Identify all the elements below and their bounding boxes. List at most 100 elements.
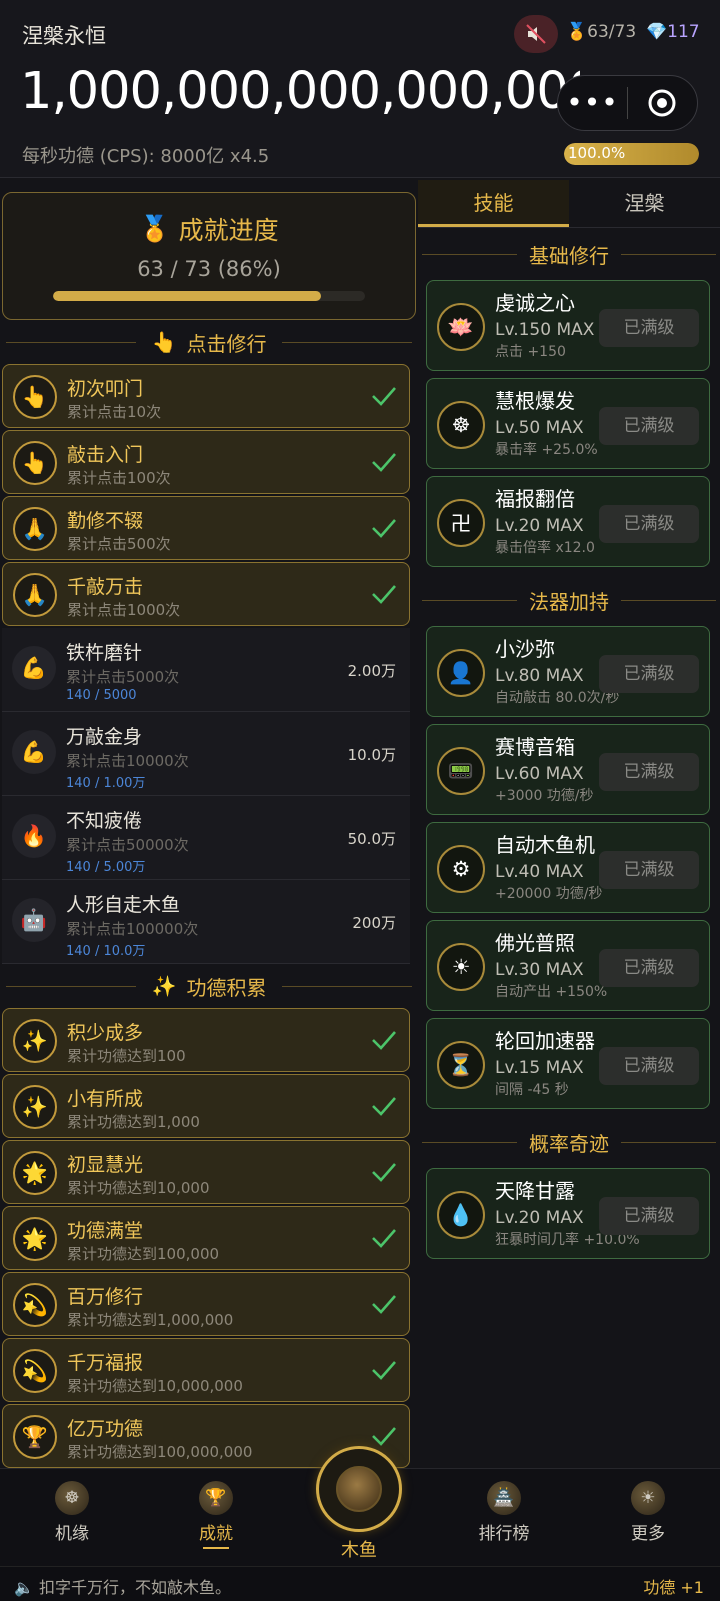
- max-level-button[interactable]: 已满级: [599, 949, 699, 987]
- achievement-icon: 🙏: [13, 573, 57, 617]
- fortune-icon: ☸: [55, 1481, 89, 1515]
- section-header-basic: 基础修行: [418, 228, 720, 280]
- max-level-button[interactable]: 已满级: [599, 1197, 699, 1235]
- achievement-icon: 🏆: [13, 1415, 57, 1459]
- achievement-reward: 10.0万: [347, 746, 396, 764]
- locked-achievement-item: 💪 万敲金身 累计点击10000次 140 / 1.00万 10.0万: [2, 712, 410, 796]
- nav-item-fortune[interactable]: ☸ 机缘: [22, 1481, 122, 1544]
- check-icon: [371, 1425, 397, 1451]
- nav-item-achievements[interactable]: 🏆 成就: [166, 1481, 266, 1549]
- skill-card: ☸ 慧根爆发 Lv.50 MAX 暴击率 +25.0% 已满级: [426, 378, 710, 469]
- tab-skills[interactable]: 技能: [418, 180, 569, 227]
- rebirth-progress-label: 100.0%: [568, 144, 626, 162]
- skill-card: ☀ 佛光普照 Lv.30 MAX 自动产出 +150% 已满级: [426, 920, 710, 1011]
- skill-icon: ⏳: [437, 1041, 485, 1089]
- achievement-desc: 累计功德达到1,000: [67, 1113, 200, 1131]
- check-icon: [371, 1359, 397, 1385]
- achievement-name: 亿万功德: [67, 1418, 144, 1440]
- click-achievement-list: 👆 初次叩门 累计点击10次 👆 敲击入门 累计点击100次 🙏 勤修不辍 累计…: [0, 364, 418, 626]
- close-target-icon[interactable]: [628, 88, 697, 118]
- max-level-button[interactable]: 已满级: [599, 1047, 699, 1085]
- more-dots-icon[interactable]: •••: [558, 89, 627, 117]
- achievement-item: 💫 百万修行 累计功德达到1,000,000: [2, 1272, 410, 1336]
- max-level-button[interactable]: 已满级: [599, 407, 699, 445]
- achievement-progress-card: 🏅 成就进度 63 / 73 (86%): [2, 192, 416, 320]
- achievement-desc: 累计点击5000次: [66, 668, 180, 686]
- achievement-progress: 140 / 5000: [66, 688, 137, 703]
- check-icon: [371, 451, 397, 477]
- luck-skill-list: 💧 天降甘露 Lv.20 MAX 狂暴时间几率 +10.0% 已满级: [418, 1168, 720, 1259]
- achievement-desc: 累计点击1000次: [67, 601, 181, 619]
- achievement-icon: 💪: [12, 730, 56, 774]
- skill-card: 🪷 虔诚之心 Lv.150 MAX 点击 +150 已满级: [426, 280, 710, 371]
- skill-icon: ⚙: [437, 845, 485, 893]
- achievement-name: 小有所成: [67, 1088, 144, 1110]
- achievement-desc: 累计功德达到100,000: [67, 1245, 220, 1263]
- merit-achievement-list: ✨ 积少成多 累计功德达到100 ✨ 小有所成 累计功德达到1,000 🌟 初显…: [0, 1008, 418, 1468]
- achievement-progress-bar: [53, 291, 365, 301]
- achievement-desc: 累计点击100000次: [66, 920, 199, 938]
- diamond-icon: 💎: [646, 22, 668, 42]
- achievement-desc: 累计功德达到1,000,000: [67, 1311, 234, 1329]
- rebirth-progress-bar: 100.0%: [564, 143, 699, 165]
- tab-nirvana[interactable]: 涅槃: [569, 180, 720, 227]
- speaker-icon: 🔈: [14, 1578, 34, 1597]
- skill-icon: 🪷: [437, 303, 485, 351]
- achievement-desc: 累计点击10次: [67, 403, 162, 421]
- app-title: 涅槃永恒: [22, 24, 106, 48]
- max-level-button[interactable]: 已满级: [599, 505, 699, 543]
- achievement-desc: 累计功德达到100: [67, 1047, 186, 1065]
- achievement-progress: 140 / 10.0万: [66, 944, 146, 959]
- achievement-icon: 🙏: [13, 507, 57, 551]
- mute-button[interactable]: [514, 15, 558, 53]
- max-level-button[interactable]: 已满级: [599, 851, 699, 889]
- speaker-muted-icon: [526, 24, 546, 44]
- achievement-name: 积少成多: [67, 1022, 144, 1044]
- nav-item-leaderboard[interactable]: 🏯 排行榜: [454, 1481, 554, 1544]
- achievement-name: 不知疲倦: [66, 810, 143, 832]
- section-header-click: 👆 点击修行: [0, 320, 418, 364]
- check-icon: [371, 1293, 397, 1319]
- achievement-desc: 累计功德达到10,000,000: [67, 1377, 243, 1395]
- merit-gain: 功德 +1: [643, 1578, 704, 1597]
- check-icon: [371, 1029, 397, 1055]
- check-icon: [371, 517, 397, 543]
- achievements-panel: 🏅 成就进度 63 / 73 (86%) 👆 点击修行 👆 初次叩门 累计点击10次…: [0, 180, 418, 1468]
- achievement-item: 🙏 勤修不辍 累计点击500次: [2, 496, 410, 560]
- footer-ticker: 🔈 扣字千万行，不如敲木鱼。 功德 +1: [0, 1566, 720, 1601]
- achievement-icon: 👆: [13, 441, 57, 485]
- achievement-item: 🌟 功德满堂 累计功德达到100,000: [2, 1206, 410, 1270]
- skill-card: ⚙ 自动木鱼机 Lv.40 MAX +20000 功德/秒 已满级: [426, 822, 710, 913]
- more-icon: ☀: [631, 1481, 665, 1515]
- check-icon: [371, 1227, 397, 1253]
- achievement-name: 千敲万击: [67, 576, 144, 598]
- skill-icon: 📟: [437, 747, 485, 795]
- check-icon: [371, 385, 397, 411]
- achievement-desc: 累计点击50000次: [66, 836, 189, 854]
- nav-item-more[interactable]: ☀ 更多: [598, 1481, 698, 1544]
- skill-icon: 👤: [437, 649, 485, 697]
- achievement-count: 63 / 73 (86%): [137, 257, 281, 281]
- mini-program-capsule: •••: [557, 75, 698, 131]
- pointing-finger-icon: 👆: [151, 330, 177, 354]
- achievement-name: 功德满堂: [67, 1220, 144, 1242]
- achievement-desc: 累计点击500次: [67, 535, 171, 553]
- skill-icon: 💧: [437, 1191, 485, 1239]
- max-level-button[interactable]: 已满级: [599, 309, 699, 347]
- basic-skill-list: 🪷 虔诚之心 Lv.150 MAX 点击 +150 已满级 ☸ 慧根爆发 Lv.…: [418, 280, 720, 567]
- achievement-icon: 💫: [13, 1349, 57, 1393]
- achievement-desc: 累计功德达到10,000: [67, 1179, 210, 1197]
- achievement-icon: ✨: [13, 1019, 57, 1063]
- achievement-name: 人形自走木鱼: [66, 894, 181, 916]
- achievement-name: 铁杵磨针: [66, 642, 143, 664]
- max-level-button[interactable]: 已满级: [599, 655, 699, 693]
- tool-skill-list: 👤 小沙弥 Lv.80 MAX 自动敲击 80.0次/秒 已满级 📟 赛博音箱 …: [418, 626, 720, 1109]
- achievement-icon: 🔥: [12, 814, 56, 858]
- wooden-fish-button[interactable]: [316, 1446, 402, 1532]
- check-icon: [371, 1095, 397, 1121]
- skill-card: 👤 小沙弥 Lv.80 MAX 自动敲击 80.0次/秒 已满级: [426, 626, 710, 717]
- check-icon: [371, 583, 397, 609]
- locked-achievement-item: 🔥 不知疲倦 累计点击50000次 140 / 5.00万 50.0万: [2, 796, 410, 880]
- max-level-button[interactable]: 已满级: [599, 753, 699, 791]
- skill-card: ⏳ 轮回加速器 Lv.15 MAX 间隔 -45 秒 已满级: [426, 1018, 710, 1109]
